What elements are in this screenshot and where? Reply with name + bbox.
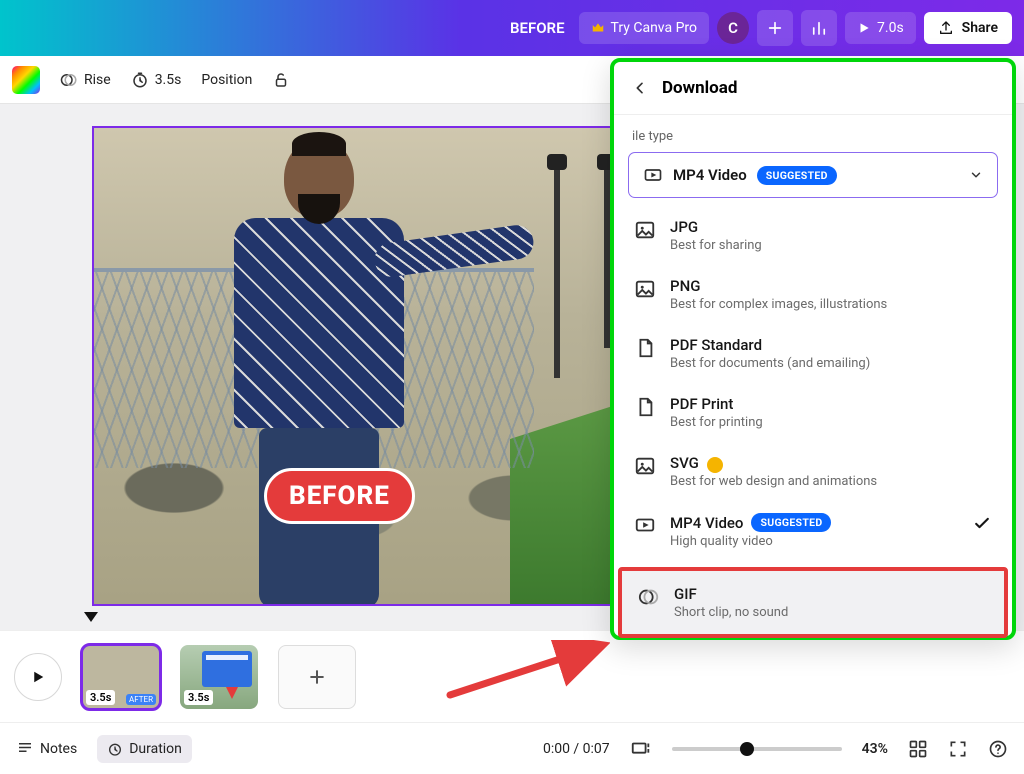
notes-icon (16, 740, 34, 758)
notes-button[interactable]: Notes (16, 740, 77, 758)
play-icon (29, 668, 47, 686)
image-icon (634, 278, 656, 300)
option-desc: Best for sharing (670, 238, 762, 253)
duration-button[interactable]: Duration (97, 735, 192, 763)
lock-button[interactable] (272, 71, 290, 89)
option-title: GIF (674, 585, 788, 603)
option-desc: Best for documents (and emailing) (670, 356, 870, 371)
suggested-badge: SUGGESTED (757, 166, 837, 185)
fit-screen-icon[interactable] (630, 738, 652, 760)
video-icon (643, 165, 663, 185)
image-icon (634, 455, 656, 477)
animation-button[interactable]: Rise (60, 71, 111, 89)
gif-icon (638, 586, 660, 608)
scene-lamp (554, 168, 560, 378)
document-icon (634, 396, 656, 418)
notes-label: Notes (40, 741, 77, 757)
panel-title: Download (662, 78, 737, 98)
document-icon (634, 337, 656, 359)
option-desc: Best for web design and animations (670, 474, 877, 489)
duration-label: Duration (129, 741, 182, 757)
image-icon (634, 219, 656, 241)
timing-label: 3.5s (155, 72, 182, 88)
color-picker-button[interactable] (12, 66, 40, 94)
timeline-row: 3.5s AFTER 3.5s (0, 630, 1024, 722)
option-mp4[interactable]: MP4 Video SUGGESTED High quality video (620, 501, 1006, 561)
video-icon (634, 514, 656, 536)
chevron-left-icon (632, 80, 648, 96)
option-desc: Best for complex images, illustrations (670, 297, 887, 312)
back-button[interactable] (632, 80, 648, 96)
position-label: Position (201, 72, 252, 88)
option-jpg[interactable]: JPG Best for sharing (620, 206, 1006, 265)
option-desc: Best for printing (670, 415, 763, 430)
position-button[interactable]: Position (201, 72, 252, 88)
animation-icon (60, 71, 78, 89)
timeline-play-button[interactable] (14, 653, 62, 701)
playback-time: 0:00 / 0:07 (543, 741, 610, 757)
add-page-button[interactable] (278, 645, 356, 709)
share-label: Share (962, 20, 998, 36)
clock-icon (131, 71, 149, 89)
play-duration-label: 7.0s (877, 20, 904, 36)
thumb-duration: 3.5s (86, 690, 115, 705)
zoom-value: 43% (862, 741, 888, 757)
page-thumbnail-1[interactable]: 3.5s AFTER (82, 645, 160, 709)
animation-label: Rise (84, 72, 111, 88)
clock-icon (107, 741, 123, 757)
option-gif[interactable]: GIF Short clip, no sound (618, 567, 1008, 638)
thumb-tag: AFTER (126, 694, 156, 705)
option-title: PDF Standard (670, 336, 870, 354)
suggested-badge: SUGGESTED (751, 513, 831, 532)
option-title: MP4 Video (670, 514, 743, 532)
help-icon[interactable] (988, 739, 1008, 759)
top-app-bar: BEFORE Try Canva Pro C 7.0s Share (0, 0, 1024, 56)
option-png[interactable]: PNG Best for complex images, illustration… (620, 265, 1006, 324)
insights-button[interactable] (801, 10, 837, 46)
share-button[interactable]: Share (924, 12, 1012, 44)
option-svg[interactable]: SVG Best for web design and animations (620, 442, 1006, 501)
file-type-select[interactable]: MP4 Video SUGGESTED (628, 152, 998, 198)
grid-view-icon[interactable] (908, 739, 928, 759)
option-pdf-standard[interactable]: PDF Standard Best for documents (and emai… (620, 324, 1006, 383)
selected-file-type: MP4 Video (673, 166, 747, 184)
bottom-bar: Notes Duration 0:00 / 0:07 43% (0, 722, 1024, 774)
option-title: PNG (670, 277, 887, 295)
page-thumbnail-2[interactable]: 3.5s (180, 645, 258, 709)
download-panel: Download ile type MP4 Video SUGGESTED JP… (610, 58, 1016, 640)
option-title: JPG (670, 218, 762, 236)
crown-icon (707, 457, 723, 473)
upload-icon (938, 20, 954, 36)
file-type-options: JPG Best for sharing PNG Best for complex … (614, 198, 1012, 638)
option-desc: High quality video (670, 534, 831, 549)
timing-button[interactable]: 3.5s (131, 71, 182, 89)
zoom-slider[interactable] (672, 747, 842, 751)
design-title[interactable]: BEFORE (510, 19, 565, 37)
timeline-marker-icon (84, 612, 98, 622)
try-pro-label: Try Canva Pro (611, 20, 697, 36)
add-button[interactable] (757, 10, 793, 46)
check-icon (972, 513, 992, 533)
option-pdf-print[interactable]: PDF Print Best for printing (620, 383, 1006, 442)
scene-person (204, 138, 434, 598)
preview-play-button[interactable]: 7.0s (845, 12, 916, 44)
chevron-down-icon (969, 168, 983, 182)
option-title: PDF Print (670, 395, 763, 413)
plus-icon (767, 20, 783, 36)
fullscreen-icon[interactable] (948, 739, 968, 759)
user-avatar[interactable]: C (717, 12, 749, 44)
lock-open-icon (272, 71, 290, 89)
plus-icon (307, 667, 327, 687)
file-type-label: ile type (614, 115, 1012, 152)
play-icon (857, 21, 871, 35)
crown-icon (591, 21, 605, 35)
before-label-pill[interactable]: BEFORE (264, 468, 415, 524)
option-title: SVG (670, 454, 699, 472)
bar-chart-icon (810, 19, 828, 37)
option-desc: Short clip, no sound (674, 605, 788, 620)
try-pro-button[interactable]: Try Canva Pro (579, 12, 709, 44)
thumb-duration: 3.5s (184, 690, 213, 705)
